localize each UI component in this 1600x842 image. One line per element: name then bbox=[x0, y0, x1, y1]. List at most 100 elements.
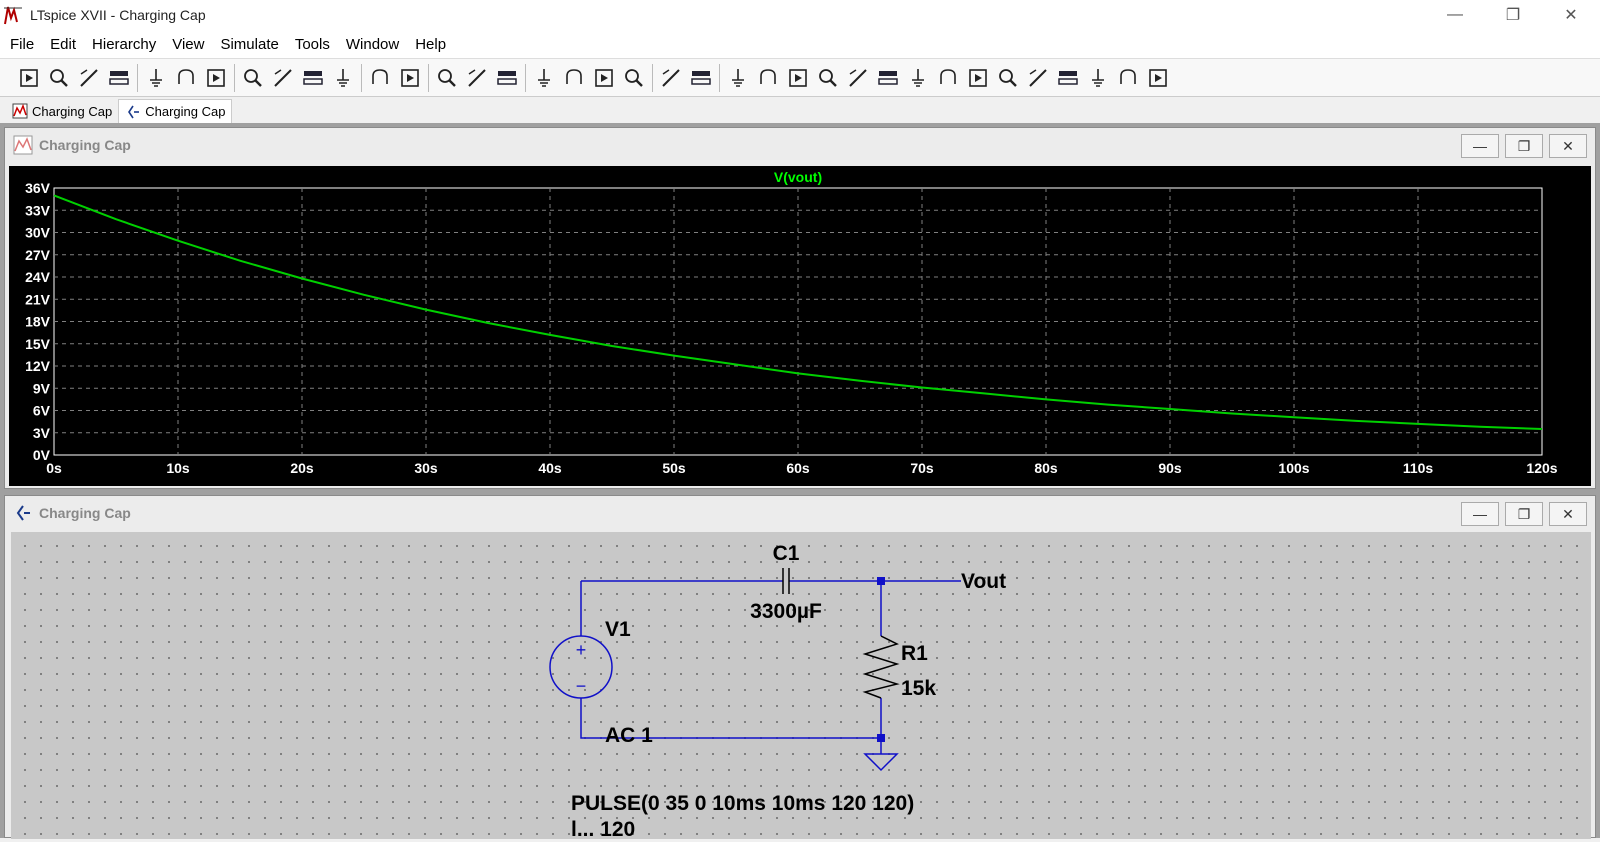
menu-help[interactable]: Help bbox=[409, 36, 452, 53]
redo-icon bbox=[1029, 68, 1047, 87]
x-tick-label: 60s bbox=[786, 460, 810, 476]
zoom-out-button[interactable] bbox=[268, 63, 298, 93]
x-tick-label: 50s bbox=[662, 460, 686, 476]
component-button[interactable] bbox=[903, 63, 933, 93]
print-setup-button[interactable] bbox=[619, 63, 649, 93]
find-icon bbox=[595, 68, 613, 87]
capacitor-icon bbox=[819, 68, 837, 87]
schematic-close-button[interactable]: ✕ bbox=[1549, 502, 1587, 526]
zoom-in-button[interactable] bbox=[201, 63, 231, 93]
spice-directive-partial[interactable]: l... 120 bbox=[571, 818, 635, 841]
schematic-minimize-button[interactable]: — bbox=[1461, 502, 1499, 526]
open-button[interactable] bbox=[44, 63, 74, 93]
wire-button[interactable] bbox=[686, 63, 716, 93]
ground-button[interactable] bbox=[723, 63, 753, 93]
cut-icon bbox=[497, 70, 517, 85]
tile-button[interactable] bbox=[365, 63, 395, 93]
vertical-tile-button[interactable] bbox=[432, 63, 462, 93]
spice-directive-button[interactable] bbox=[1143, 63, 1173, 93]
mirror-button[interactable] bbox=[1083, 63, 1113, 93]
menu-hierarchy[interactable]: Hierarchy bbox=[86, 36, 162, 53]
inductor-button[interactable] bbox=[843, 63, 873, 93]
r1-name-label[interactable]: R1 bbox=[901, 642, 928, 665]
close-button[interactable]: ✕ bbox=[1542, 0, 1600, 30]
print-button[interactable] bbox=[656, 63, 686, 93]
drag-button[interactable] bbox=[963, 63, 993, 93]
menu-window[interactable]: Window bbox=[340, 36, 405, 53]
rotate-button[interactable] bbox=[1053, 63, 1083, 93]
label-net-button[interactable] bbox=[753, 63, 783, 93]
schematic-window-titlebar[interactable]: Charging Cap bbox=[5, 496, 1595, 530]
y-tick-label: 3V bbox=[33, 425, 51, 441]
run-button[interactable] bbox=[14, 63, 44, 93]
move-button[interactable] bbox=[933, 63, 963, 93]
component-icon bbox=[912, 68, 924, 87]
tab-waveform-label: Charging Cap bbox=[32, 103, 113, 119]
horizontal-tile-button[interactable] bbox=[395, 63, 425, 93]
cascade-button[interactable] bbox=[462, 63, 492, 93]
y-tick-label: 6V bbox=[33, 403, 51, 419]
control-panel-button[interactable] bbox=[104, 63, 134, 93]
menu-file[interactable]: File bbox=[4, 36, 40, 53]
undo-button[interactable] bbox=[993, 63, 1023, 93]
pan-button[interactable] bbox=[171, 63, 201, 93]
menu-simulate[interactable]: Simulate bbox=[214, 36, 284, 53]
waveform-minimize-button[interactable]: — bbox=[1461, 134, 1499, 158]
zoom-fit-icon bbox=[303, 70, 323, 85]
paste-button[interactable] bbox=[559, 63, 589, 93]
text-button[interactable] bbox=[1113, 63, 1143, 93]
tab-schematic[interactable]: Charging Cap bbox=[118, 99, 233, 123]
voltage-source-v1[interactable]: + − bbox=[549, 635, 613, 699]
schematic-canvas[interactable]: + − C1 3300µF V1 AC 1 R1 15k Vout PULSE(… bbox=[11, 532, 1591, 841]
inductor-icon bbox=[849, 68, 867, 87]
r1-value-label[interactable]: 15k bbox=[901, 677, 936, 700]
y-tick-label: 21V bbox=[25, 291, 51, 307]
find-button[interactable] bbox=[589, 63, 619, 93]
waveform-close-button[interactable]: ✕ bbox=[1549, 134, 1587, 158]
zoom-fit-button[interactable] bbox=[298, 63, 328, 93]
ground-symbol[interactable] bbox=[863, 753, 899, 772]
maximize-button[interactable]: ❐ bbox=[1484, 0, 1542, 30]
c1-value-label[interactable]: 3300µF bbox=[750, 600, 822, 623]
toolbar-separator bbox=[428, 63, 429, 92]
waveform-plot[interactable]: V(vout) 0s 10s 20s 30s 40s 50s 60s 70s 80s 90s 100… bbox=[9, 166, 1591, 486]
capacitor-c1[interactable] bbox=[782, 568, 790, 594]
v1-name-label[interactable]: V1 bbox=[605, 618, 631, 641]
resistor-r1[interactable] bbox=[862, 635, 900, 699]
c1-name-label[interactable]: C1 bbox=[773, 542, 800, 565]
waveform-icon bbox=[12, 103, 28, 119]
autorange-button[interactable] bbox=[328, 63, 358, 93]
net-label-vout[interactable]: Vout bbox=[961, 570, 1006, 593]
cut-button[interactable] bbox=[492, 63, 522, 93]
schematic-maximize-button[interactable]: ❐ bbox=[1505, 502, 1543, 526]
menu-tools[interactable]: Tools bbox=[289, 36, 336, 53]
minimize-button[interactable]: — bbox=[1426, 0, 1484, 30]
toolbar-separator bbox=[137, 63, 138, 92]
tile-icon bbox=[372, 68, 388, 84]
resistor-button[interactable] bbox=[783, 63, 813, 93]
schematic-window-title: Charging Cap bbox=[39, 505, 131, 521]
text-icon bbox=[1120, 68, 1136, 84]
zoom-area-button[interactable] bbox=[238, 63, 268, 93]
diode-button[interactable] bbox=[873, 63, 903, 93]
junction-dot bbox=[877, 734, 885, 742]
y-tick-label: 15V bbox=[25, 336, 51, 352]
document-tabs: Charging Cap Charging Cap bbox=[0, 97, 1600, 123]
halt-icon bbox=[150, 68, 162, 87]
tab-waveform[interactable]: Charging Cap bbox=[6, 99, 118, 123]
drag-icon bbox=[969, 68, 987, 87]
v1-ac-label[interactable]: AC 1 bbox=[605, 724, 653, 747]
undo-icon bbox=[999, 68, 1017, 87]
save-button[interactable] bbox=[74, 63, 104, 93]
waveform-window-titlebar[interactable]: Charging Cap bbox=[5, 128, 1595, 162]
halt-button[interactable] bbox=[141, 63, 171, 93]
capacitor-button[interactable] bbox=[813, 63, 843, 93]
toolbar bbox=[0, 58, 1600, 97]
save-icon bbox=[80, 68, 98, 87]
menu-edit[interactable]: Edit bbox=[44, 36, 82, 53]
waveform-maximize-button[interactable]: ❐ bbox=[1505, 134, 1543, 158]
redo-button[interactable] bbox=[1023, 63, 1053, 93]
menu-view[interactable]: View bbox=[166, 36, 210, 53]
pulse-spec-label[interactable]: PULSE(0 35 0 10ms 10ms 120 120) bbox=[571, 792, 914, 815]
copy-button[interactable] bbox=[529, 63, 559, 93]
